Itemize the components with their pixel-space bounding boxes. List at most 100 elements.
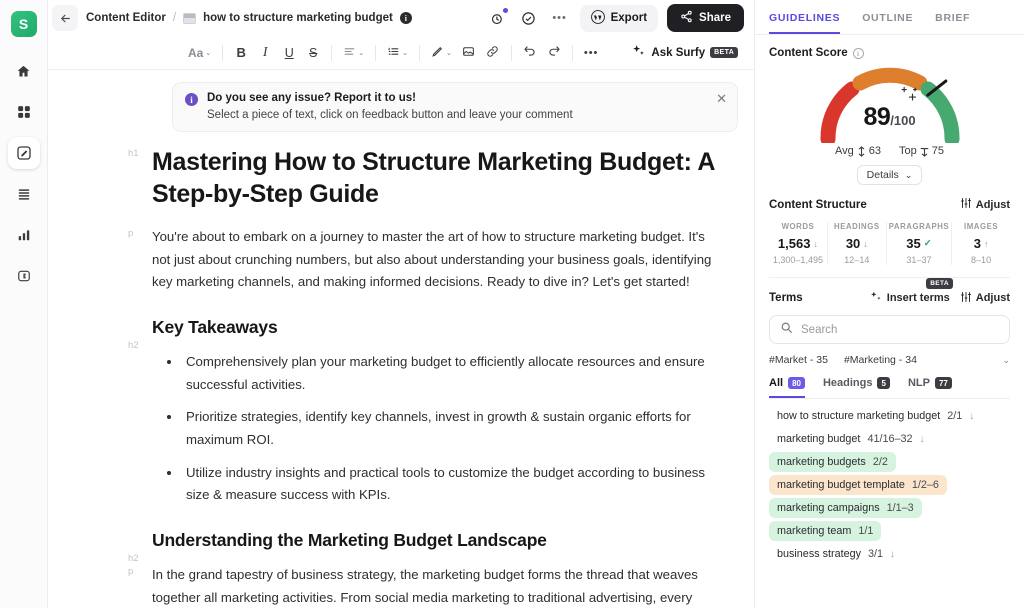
terms-search-box[interactable] xyxy=(769,315,1010,344)
details-label: Details xyxy=(867,169,899,181)
font-style-button[interactable]: Aa ⌄ xyxy=(184,41,215,65)
info-icon[interactable]: i xyxy=(400,12,412,24)
score-max: /100 xyxy=(890,113,915,128)
toolbar-divider xyxy=(419,45,420,61)
more-options-button[interactable]: ••• xyxy=(549,7,571,29)
document-block-paragraph[interactable]: p In the grand tapestry of business stra… xyxy=(152,564,726,608)
document-block-h1[interactable]: h1 Mastering How to Structure Marketing … xyxy=(152,146,726,210)
search-input[interactable] xyxy=(801,324,999,336)
underline-button[interactable]: U xyxy=(278,41,300,65)
sidebar-item-extension[interactable] xyxy=(8,260,40,292)
stat-value: 30 xyxy=(846,236,860,251)
align-button[interactable]: ⌄ xyxy=(339,41,368,65)
sidebar-item-analytics[interactable] xyxy=(8,219,40,251)
term-chip[interactable]: business strategy 3/1 ↓ xyxy=(769,544,903,564)
chevron-down-icon[interactable]: ⌄ xyxy=(1002,355,1010,366)
term-chip[interactable]: marketing budgets 2/2 xyxy=(769,452,896,472)
breadcrumb-separator: / xyxy=(173,12,176,24)
editor-toolbar: Aa ⌄ B I U S ⌄ xyxy=(48,36,754,70)
toolbar-more-button[interactable]: ••• xyxy=(580,41,603,65)
stat-key: IMAGES xyxy=(954,222,1008,231)
hashtag-market[interactable]: #Market - 35 xyxy=(769,354,828,366)
insert-image-button[interactable] xyxy=(458,41,480,65)
top-icon xyxy=(920,146,929,157)
sidebar-item-lists[interactable] xyxy=(8,178,40,210)
undo-button[interactable] xyxy=(519,41,541,65)
term-chip[interactable]: how to structure marketing budget 2/1 ↓ xyxy=(769,406,982,426)
grid-icon xyxy=(17,105,31,119)
notifications-button[interactable] xyxy=(487,7,509,29)
redo-button[interactable] xyxy=(543,41,565,65)
document-block-h2[interactable]: h2 Understanding the Marketing Budget La… xyxy=(152,529,726,552)
insert-link-button[interactable] xyxy=(482,41,504,65)
sidebar-item-apps[interactable] xyxy=(8,96,40,128)
export-button[interactable]: Export xyxy=(580,5,658,32)
content-editor-icon xyxy=(16,145,32,161)
term-count: 2/2 xyxy=(873,456,888,468)
content-score-value: 89/100 xyxy=(814,103,966,132)
document-body[interactable]: h1 Mastering How to Structure Marketing … xyxy=(48,132,754,608)
content-score-title: Content Score xyxy=(769,47,848,59)
document-block-h2[interactable]: h2 Key Takeaways xyxy=(152,316,726,339)
details-button[interactable]: Details ⌄ xyxy=(857,165,923,185)
hashtag-marketing[interactable]: #Marketing - 34 xyxy=(844,354,917,366)
top-bar: Content Editor / how to structure market… xyxy=(48,0,754,36)
tab-guidelines[interactable]: GUIDELINES xyxy=(769,12,840,34)
insert-terms-button[interactable]: Insert terms xyxy=(870,290,950,306)
ask-surfy-button[interactable]: Ask Surfy BETA xyxy=(632,44,738,61)
filter-tab-all[interactable]: All 80 xyxy=(769,377,805,398)
toolbar-divider xyxy=(511,45,512,61)
highlight-button[interactable]: ⌄ xyxy=(427,41,456,65)
strikethrough-button[interactable]: S xyxy=(302,41,324,65)
tab-brief[interactable]: BRIEF xyxy=(935,12,970,34)
filter-label: NLP xyxy=(908,377,930,389)
document-scroll-area[interactable]: i Do you see any issue? Report it to us!… xyxy=(48,70,754,608)
beta-badge: BETA xyxy=(710,47,738,58)
stat-range: 8–10 xyxy=(954,255,1008,265)
term-row: marketing team 1/1 xyxy=(769,521,1010,544)
share-button[interactable]: Share xyxy=(667,4,744,32)
search-icon xyxy=(780,321,793,339)
panel-tabs: GUIDELINES OUTLINE BRIEF xyxy=(755,0,1024,35)
italic-button[interactable]: I xyxy=(254,41,276,65)
sidebar-item-content-editor[interactable] xyxy=(8,137,40,169)
term-chip[interactable]: marketing budget 41/16–32 ↓ xyxy=(769,429,932,449)
sliders-icon xyxy=(960,291,972,306)
stat-value-row: 1,563 ↓ xyxy=(771,236,825,251)
breadcrumb-root[interactable]: Content Editor xyxy=(86,12,166,24)
filter-tab-headings[interactable]: Headings 5 xyxy=(823,377,890,398)
term-count: 1/2–6 xyxy=(912,479,939,491)
top-label: Top xyxy=(899,145,917,157)
filter-tab-nlp[interactable]: NLP 77 xyxy=(908,377,952,398)
block-gutter-label: p xyxy=(128,566,133,577)
close-icon[interactable]: ✕ xyxy=(716,92,727,105)
chevron-down-icon: ⌄ xyxy=(446,49,452,57)
term-chip[interactable]: marketing budget template 1/2–6 xyxy=(769,475,947,495)
bold-button[interactable]: B xyxy=(230,41,252,65)
list-button[interactable]: ⌄ xyxy=(383,41,412,65)
term-chip[interactable]: marketing campaigns 1/1–3 xyxy=(769,498,922,518)
info-circle-icon: i xyxy=(185,93,198,106)
toolbar-divider xyxy=(375,45,376,61)
terms-adjust-button[interactable]: Adjust xyxy=(960,291,1010,306)
term-text: marketing campaigns xyxy=(777,502,880,514)
stat-value-row: 35 ✓ xyxy=(889,236,949,251)
document-block-list[interactable]: Comprehensively plan your marketing budg… xyxy=(152,351,726,507)
info-icon[interactable]: i xyxy=(853,48,864,59)
image-icon xyxy=(462,45,475,61)
breadcrumb-current[interactable]: how to structure marketing budget xyxy=(203,12,393,24)
term-chip[interactable]: marketing team 1/1 xyxy=(769,521,881,541)
term-row: marketing budget 41/16–32 ↓ xyxy=(769,429,1010,452)
saved-status-button[interactable] xyxy=(518,7,540,29)
content-score-gauge: 89/100 xyxy=(769,63,1010,143)
app-logo[interactable]: S xyxy=(11,11,37,37)
tab-outline[interactable]: OUTLINE xyxy=(862,12,913,34)
sidebar-item-home[interactable] xyxy=(8,55,40,87)
back-button[interactable] xyxy=(52,5,78,31)
terms-list: how to structure marketing budget 2/1 ↓ … xyxy=(769,406,1010,567)
document-block-paragraph[interactable]: p You're about to embark on a journey to… xyxy=(152,226,726,294)
term-count: 2/1 xyxy=(947,410,962,422)
content-structure-adjust-button[interactable]: Adjust xyxy=(960,197,1010,212)
breadcrumb: Content Editor / how to structure market… xyxy=(86,12,412,24)
section-heading: Key Takeaways xyxy=(152,316,726,339)
